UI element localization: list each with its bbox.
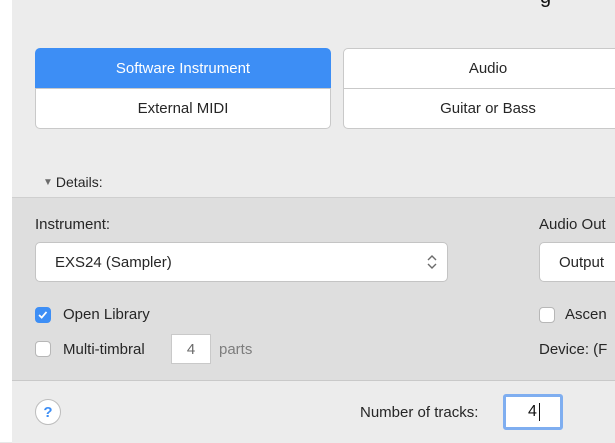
number-of-tracks-label: Number of tracks: (360, 404, 479, 421)
software-instrument-button[interactable]: Software Instrument (35, 48, 331, 89)
checkmark-icon (38, 311, 48, 319)
help-button[interactable]: ? (35, 399, 61, 425)
parts-label: parts (219, 341, 253, 358)
audio-output-select[interactable]: Output (539, 242, 615, 282)
number-of-tracks-value: 4 (528, 403, 537, 420)
ascending-checkbox[interactable] (539, 307, 555, 323)
up-down-chevron-icon (427, 255, 437, 269)
audio-button[interactable]: Audio (343, 48, 615, 89)
instrument-select-value: EXS24 (Sampler) (55, 253, 172, 271)
open-library-label: Open Library (63, 306, 150, 323)
instrument-select[interactable]: EXS24 (Sampler) (35, 242, 448, 282)
instrument-label: Instrument: (35, 216, 111, 233)
details-disclosure[interactable]: ▼ Details: (43, 174, 103, 190)
text-caret (538, 403, 540, 421)
guitar-or-bass-button[interactable]: Guitar or Bass (343, 88, 615, 129)
device-label: Device: (F (539, 341, 608, 358)
ascending-label: Ascen (565, 306, 607, 323)
parts-count-field[interactable]: 4 (171, 334, 211, 364)
window-title-fragment: g (540, 0, 551, 9)
triangle-down-icon[interactable]: ▼ (43, 177, 53, 188)
audio-output-label: Audio Out (539, 216, 606, 233)
number-of-tracks-input[interactable]: 4 (503, 394, 563, 430)
external-midi-button[interactable]: External MIDI (35, 88, 331, 129)
audio-output-value: Output (559, 253, 605, 271)
details-label: Details: (55, 174, 103, 190)
track-type-selector: Software Instrument Audio External MIDI … (35, 48, 615, 129)
multi-timbral-label: Multi-timbral (63, 341, 145, 358)
open-library-checkbox[interactable] (35, 307, 51, 323)
multi-timbral-checkbox[interactable] (35, 341, 51, 357)
window-edge-left (0, 0, 12, 442)
